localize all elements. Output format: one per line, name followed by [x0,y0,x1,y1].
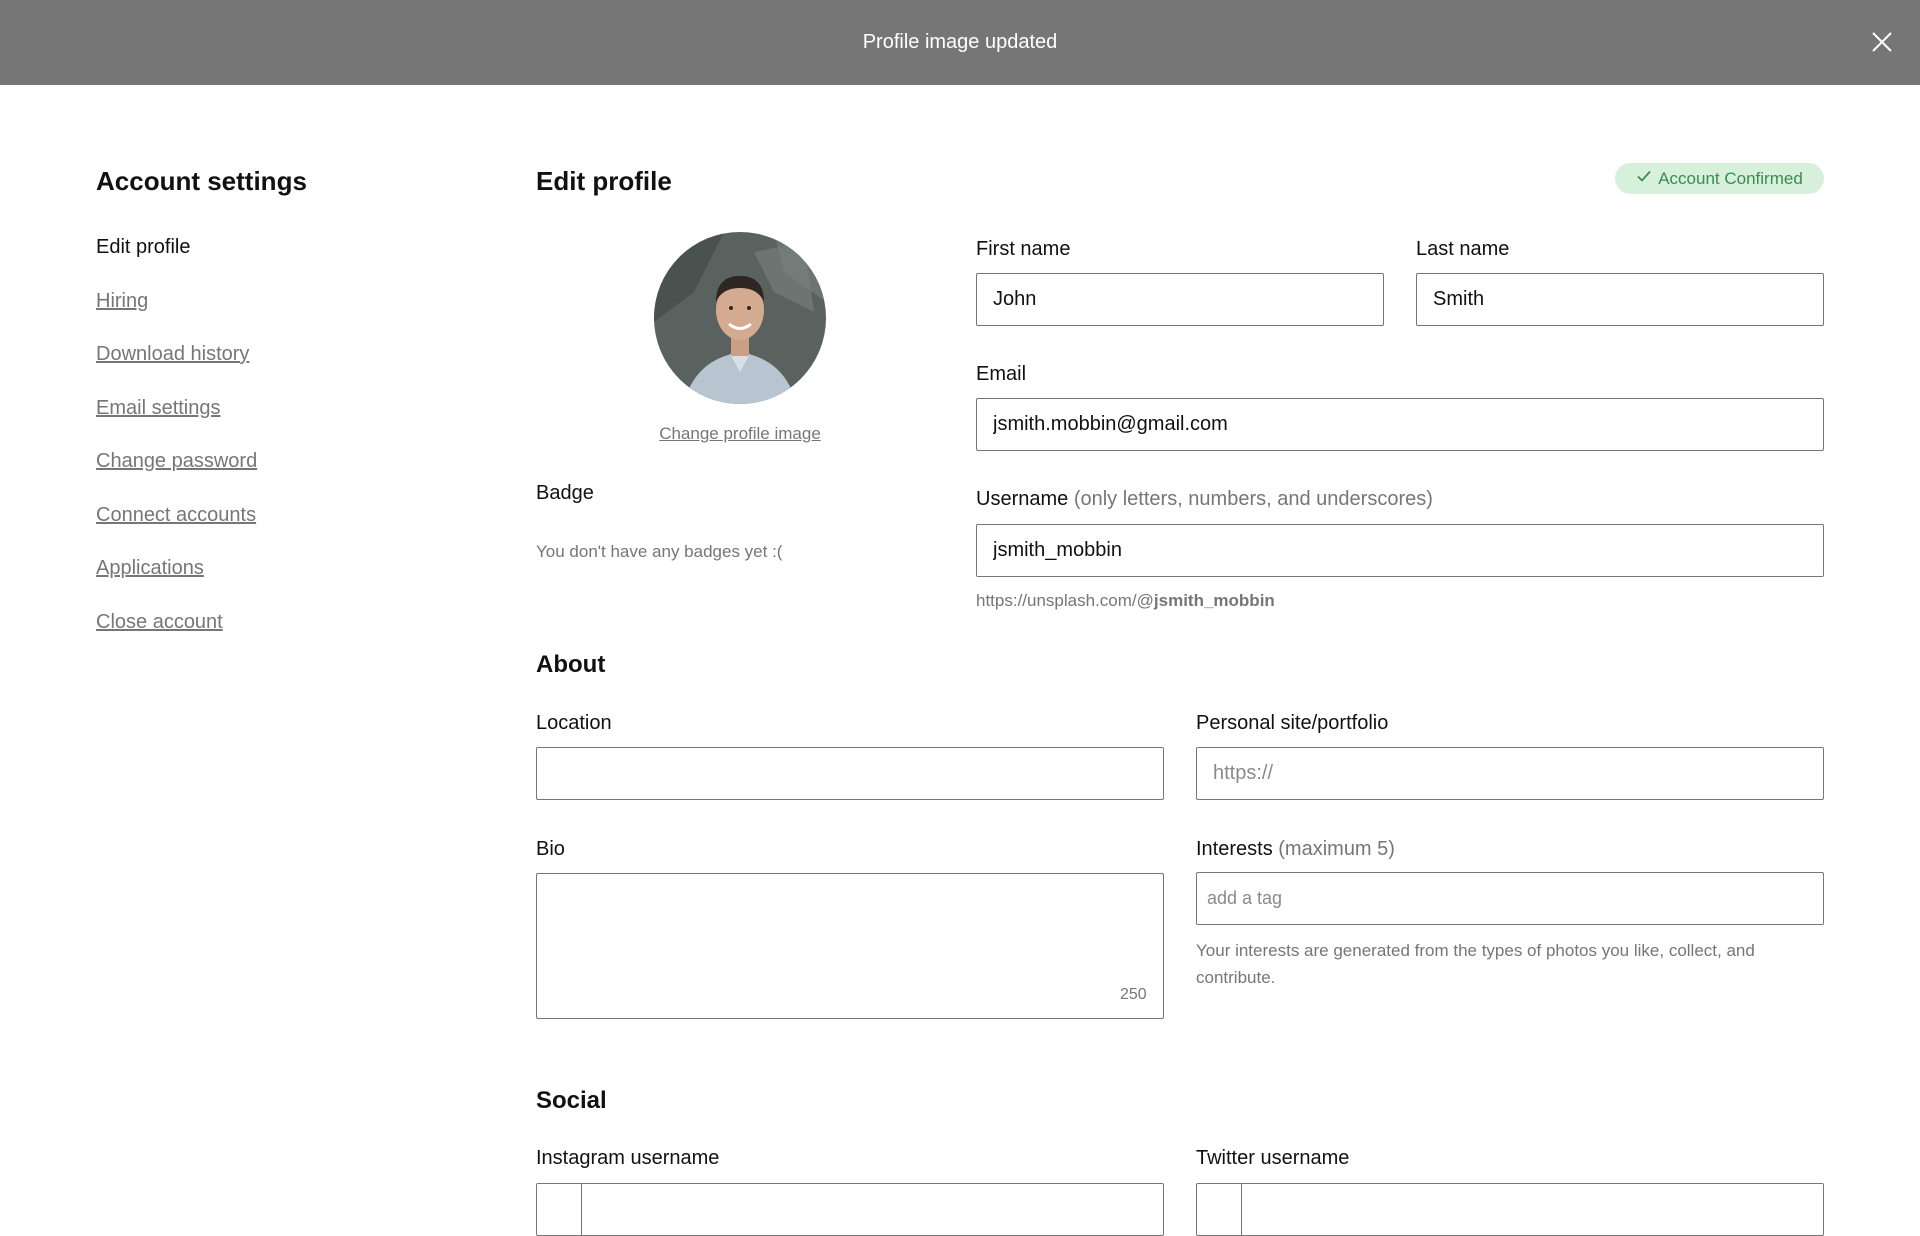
account-confirmed-badge: Account Confirmed [1615,163,1824,194]
twitter-prefix [1197,1184,1242,1235]
sidebar-item-hiring[interactable]: Hiring [96,287,416,315]
profile-url-hint: https://unsplash.com/@jsmith_mobbin [976,591,1275,611]
interests-hint: (maximum 5) [1278,838,1395,860]
last-name-field[interactable] [1416,273,1824,326]
sidebar-item-edit-profile[interactable]: Edit profile [96,233,416,261]
instagram-label: Instagram username [536,1147,720,1169]
username-hint: (only letters, numbers, and underscores) [1073,488,1433,510]
change-profile-image-link[interactable]: Change profile image [536,424,944,444]
username-field[interactable] [976,524,1824,577]
personal-site-label: Personal site/portfolio [1196,712,1389,734]
profile-url-prefix: https://unsplash.com/@ [976,591,1154,610]
location-label: Location [536,712,612,734]
instagram-prefix [537,1184,582,1235]
settings-sidebar: Account settings Edit profile Hiring Dow… [96,162,416,661]
sidebar-title: Account settings [96,166,307,196]
sidebar-item-applications[interactable]: Applications [96,554,416,582]
social-section-title: Social [536,1087,607,1114]
check-icon [1636,168,1652,189]
sidebar-item-change-password[interactable]: Change password [96,447,416,475]
last-name-label: Last name [1416,238,1510,260]
sidebar-item-email-settings[interactable]: Email settings [96,394,416,422]
avatar[interactable] [654,232,826,404]
first-name-field[interactable] [976,273,1384,326]
badge-empty-text: You don't have any badges yet :( [536,542,783,561]
interests-label-text: Interests [1196,838,1273,860]
badge-label: Badge [536,482,594,504]
first-name-label: First name [976,238,1071,260]
notification-banner: Profile image updated [0,0,1920,85]
sidebar-item-connect-accounts[interactable]: Connect accounts [96,501,416,529]
banner-message: Profile image updated [862,31,1058,53]
interests-tag-input[interactable] [1196,872,1824,925]
interests-help-text: Your interests are generated from the ty… [1196,941,1755,987]
twitter-label: Twitter username [1196,1147,1350,1169]
sidebar-item-close-account[interactable]: Close account [96,608,416,636]
username-label-text: Username [976,488,1069,510]
instagram-field[interactable] [536,1183,1164,1236]
location-field[interactable] [536,747,1164,800]
interests-label: Interests (maximum 5) [1196,835,1395,863]
bio-field[interactable] [536,873,1164,1019]
bio-label: Bio [536,838,565,860]
email-field[interactable] [976,398,1824,451]
twitter-field[interactable] [1196,1183,1824,1236]
about-section-title: About [536,651,606,678]
page-title: Edit profile [536,166,672,196]
profile-url-user: jsmith_mobbin [1153,591,1275,610]
account-badge-label: Account Confirmed [1658,168,1803,188]
email-label: Email [976,363,1027,385]
sidebar-item-download-history[interactable]: Download history [96,340,416,368]
username-label: Username (only letters, numbers, and und… [976,485,1433,513]
close-icon[interactable] [1870,30,1894,54]
personal-site-field[interactable] [1196,747,1824,800]
bio-char-count: 250 [1120,986,1147,1003]
